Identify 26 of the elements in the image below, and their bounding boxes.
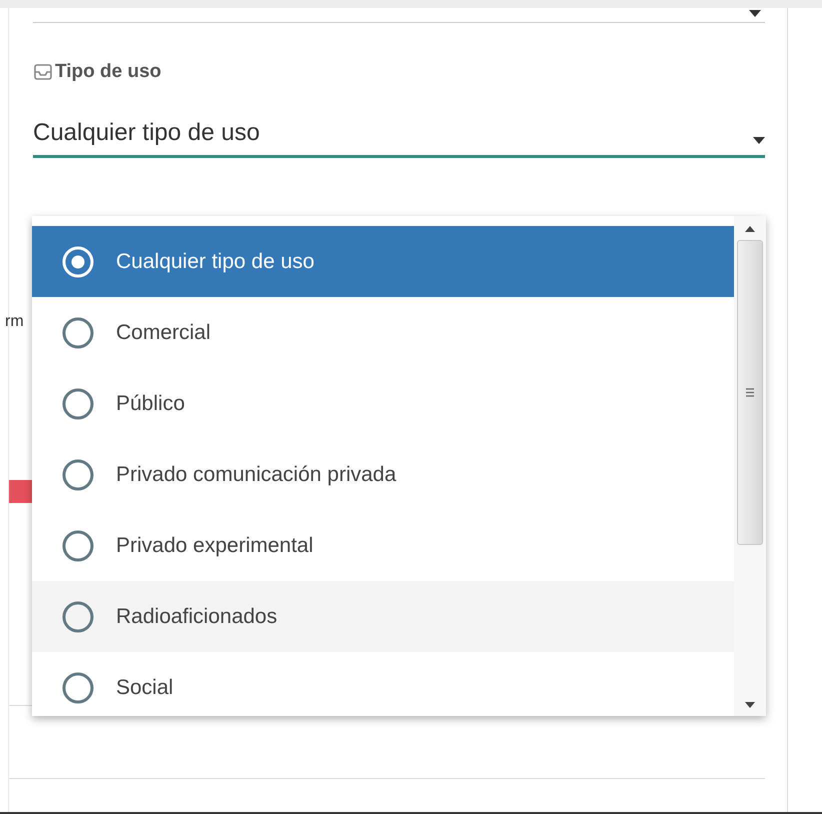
radio-icon <box>62 600 94 632</box>
inbox-icon <box>33 62 53 82</box>
dropdown-option[interactable]: Comercial <box>32 297 734 368</box>
radio-icon <box>62 316 94 348</box>
scrollbar[interactable] <box>734 216 766 716</box>
caret-icon <box>753 136 765 144</box>
radio-icon <box>62 672 94 704</box>
scroll-down-icon <box>745 702 755 708</box>
scroll-thumb[interactable] <box>737 240 763 545</box>
scroll-up-icon <box>745 226 755 232</box>
radio-icon <box>62 246 94 278</box>
radio-icon <box>62 458 94 490</box>
field-label: rm <box>5 313 24 331</box>
field-label: Tipo de uso <box>55 61 162 83</box>
caret-icon <box>749 10 761 17</box>
select-field[interactable] <box>33 8 765 23</box>
dropdown-option[interactable]: Cualquier tipo de uso <box>32 226 734 297</box>
dropdown-option[interactable]: Social <box>32 652 734 716</box>
radio-icon <box>62 530 94 562</box>
grip-icon <box>746 388 754 397</box>
dropdown-option[interactable]: Privado experimental <box>32 510 734 581</box>
dropdown-option[interactable]: Privado comunicación privada <box>32 439 734 510</box>
dropdown-option[interactable]: Público <box>32 368 734 439</box>
select-field[interactable]: Cualquier tipo de uso <box>33 111 765 158</box>
dropdown-option[interactable]: Radioaficionados <box>32 581 734 652</box>
radio-icon <box>62 388 94 420</box>
